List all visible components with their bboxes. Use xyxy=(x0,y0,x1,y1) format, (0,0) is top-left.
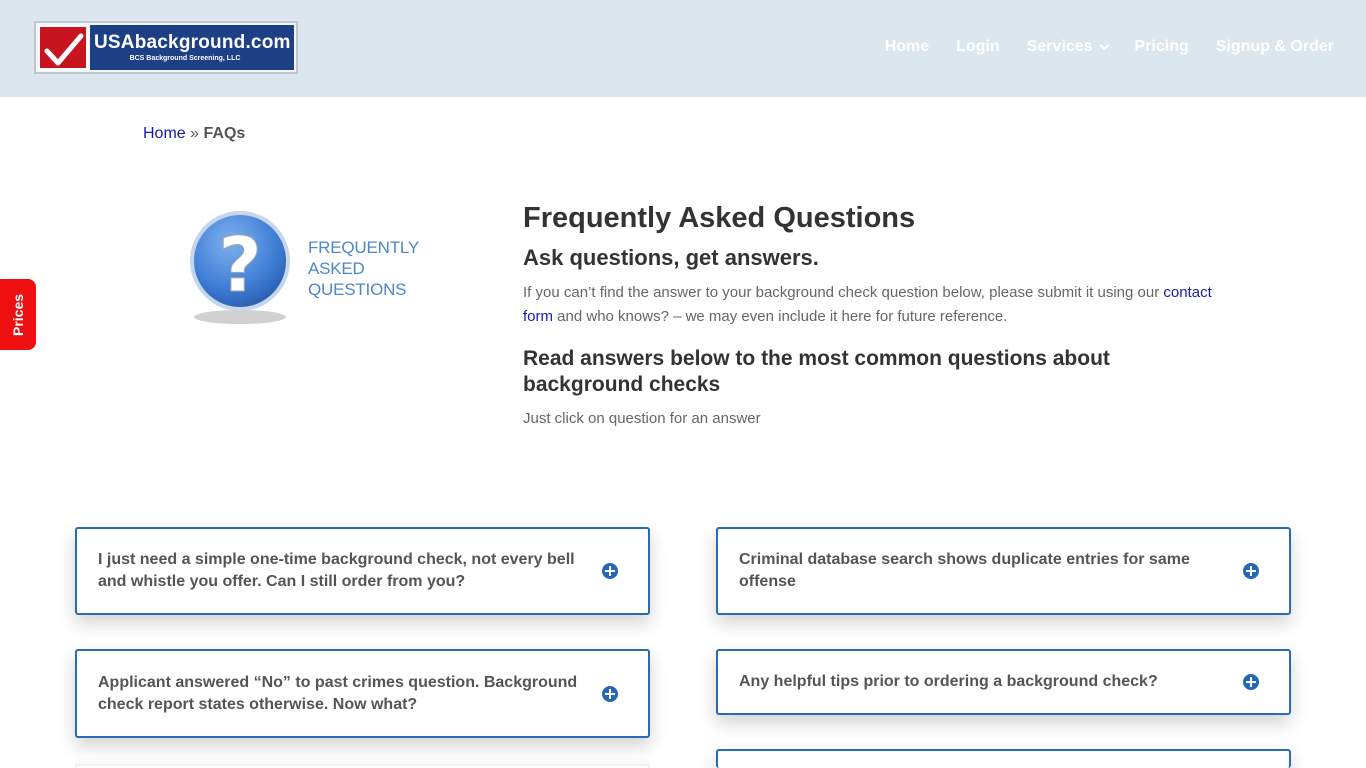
faq-image-line3: QUESTIONS xyxy=(308,280,407,299)
faq-image-line2: ASKED xyxy=(308,259,365,278)
faq-item[interactable]: Any helpful tips prior to ordering a bac… xyxy=(716,649,1291,715)
logo-text: USAbackground.com BCS Background Screeni… xyxy=(90,25,294,70)
faq-item-partial[interactable] xyxy=(716,749,1291,768)
page-title: Frequently Asked Questions xyxy=(523,202,916,234)
intro-text-after: and who knows? – we may even include it … xyxy=(553,308,1008,325)
click-hint: Just click on question for an answer xyxy=(523,410,761,427)
logo-sub-text: BCS Background Screening, LLC xyxy=(129,55,241,62)
plus-circle-icon[interactable] xyxy=(602,685,618,702)
page-subtitle: Ask questions, get answers. xyxy=(523,245,819,270)
main-nav: Home Login Services Pricing Signup & Ord… xyxy=(858,38,1334,56)
nav-home[interactable]: Home xyxy=(885,38,929,56)
breadcrumb-home[interactable]: Home xyxy=(143,125,186,142)
faq-question: Applicant answered “No” to past crimes q… xyxy=(98,673,578,713)
breadcrumb-separator: » xyxy=(190,125,200,142)
faq-illustration: ? FREQUENTLY ASKED QUESTIONS xyxy=(186,205,426,335)
chevron-down-icon xyxy=(1099,40,1109,50)
prices-tab-label: Prices xyxy=(10,293,27,336)
faq-item[interactable]: Applicant answered “No” to past crimes q… xyxy=(75,649,650,738)
faq-item[interactable]: I just need a simple one-time background… xyxy=(75,527,650,615)
prices-side-tab[interactable]: Prices xyxy=(0,279,36,350)
plus-circle-icon[interactable] xyxy=(602,563,618,579)
nav-login[interactable]: Login xyxy=(956,38,1000,56)
plus-circle-icon[interactable] xyxy=(1243,674,1259,690)
faq-item-partial[interactable] xyxy=(75,764,650,768)
faq-image-caption: FREQUENTLY ASKED QUESTIONS xyxy=(308,237,419,300)
faq-question: Criminal database search shows duplicate… xyxy=(739,551,1190,590)
read-answers-heading: Read answers below to the most common qu… xyxy=(523,347,1110,396)
nav-services-label: Services xyxy=(1026,38,1093,55)
breadcrumb-current: FAQs xyxy=(203,125,246,142)
intro-paragraph: If you can’t find the answer to your bac… xyxy=(523,281,1213,329)
nav-services[interactable]: Services xyxy=(1026,38,1109,56)
nav-pricing[interactable]: Pricing xyxy=(1135,38,1189,56)
site-logo[interactable]: USAbackground.com BCS Background Screeni… xyxy=(34,21,298,74)
svg-text:?: ? xyxy=(218,220,262,309)
breadcrumb: Home » FAQs xyxy=(143,125,245,143)
site-header: USAbackground.com BCS Background Screeni… xyxy=(0,0,1366,97)
plus-circle-icon[interactable] xyxy=(1243,563,1259,579)
faq-image-line1: FREQUENTLY xyxy=(308,238,420,257)
checkmark-icon xyxy=(38,25,88,70)
intro-text-before: If you can’t find the answer to your bac… xyxy=(523,284,1164,301)
faq-item[interactable]: Criminal database search shows duplicate… xyxy=(716,527,1291,615)
nav-signup-order[interactable]: Signup & Order xyxy=(1216,38,1334,56)
faq-question: Any helpful tips prior to ordering a bac… xyxy=(739,673,1158,690)
question-mark-icon: ? xyxy=(190,211,290,324)
intro-section: Frequently Asked Questions Ask questions… xyxy=(523,200,1223,431)
faq-question: I just need a simple one-time background… xyxy=(98,551,575,590)
logo-main-text: USAbackground.com xyxy=(94,32,291,53)
